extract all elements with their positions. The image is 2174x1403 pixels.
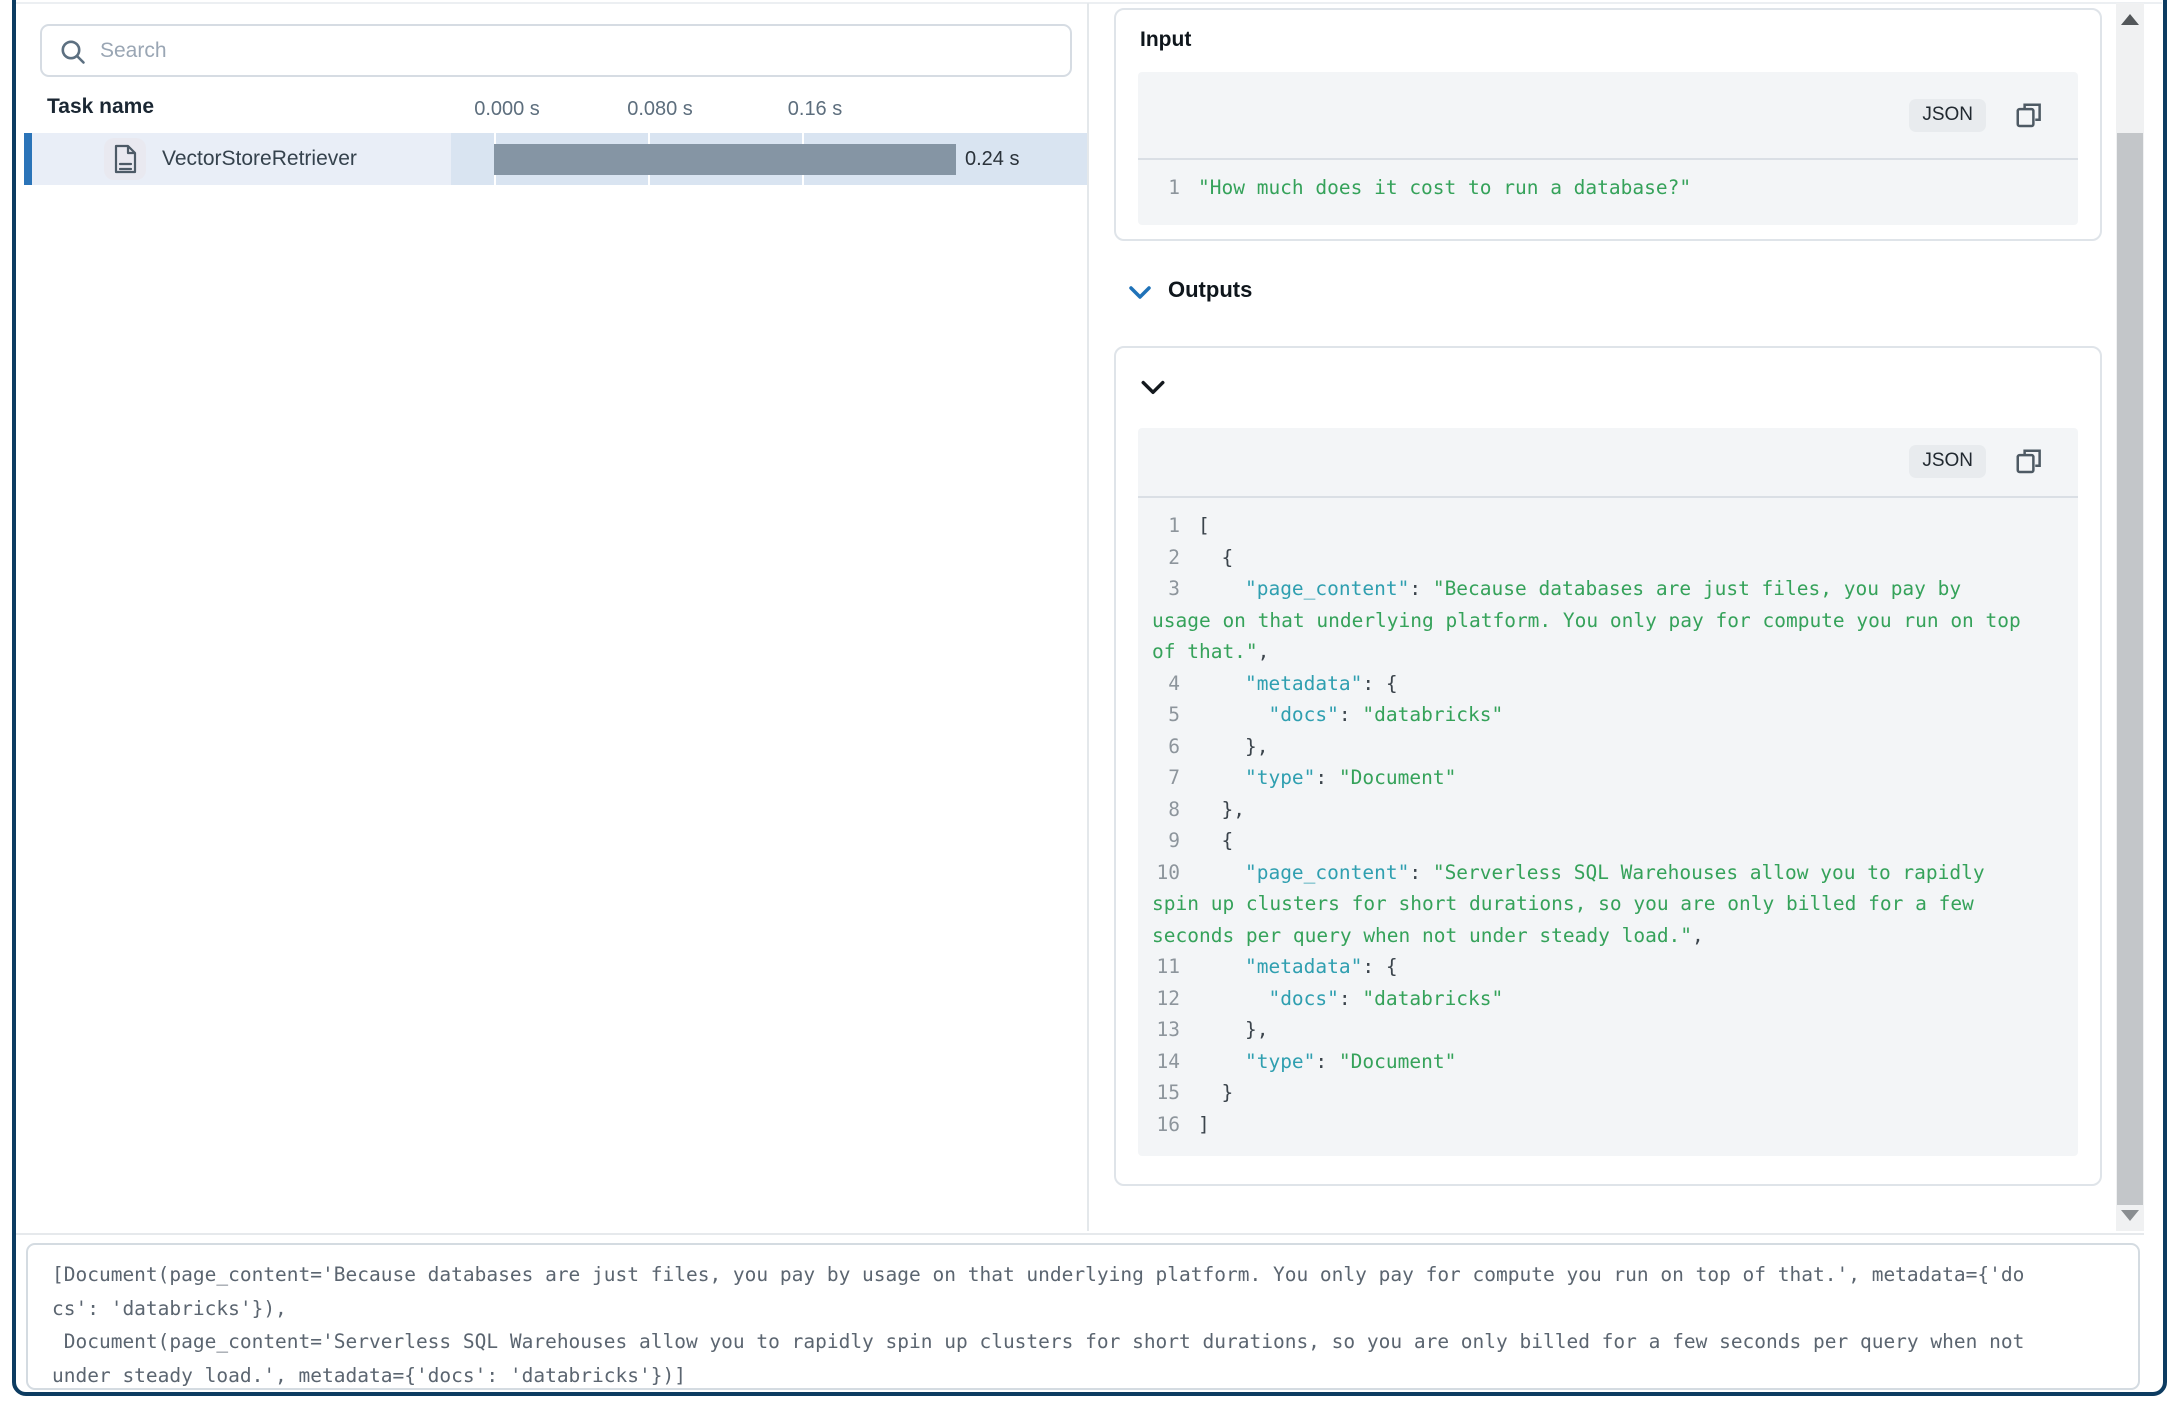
copy-icon[interactable]	[2014, 447, 2044, 477]
code-line: usage on that underlying platform. You o…	[1152, 605, 2060, 637]
input-code-block: JSON 1"How much does it cost to run a da…	[1138, 72, 2078, 225]
input-code-toolbar: JSON	[1138, 72, 2078, 160]
selected-row-accent	[24, 133, 32, 185]
raw-output-line: under steady load.', metadata={'docs': '…	[52, 1359, 2114, 1391]
code-line: 3 "page_content": "Because databases are…	[1152, 573, 2060, 605]
code-line: of that.",	[1152, 636, 2060, 668]
search-box[interactable]	[40, 24, 1072, 77]
code-line: 12 "docs": "databricks"	[1152, 983, 2060, 1015]
scrollbar-up-button[interactable]	[2116, 6, 2144, 32]
input-title: Input	[1140, 28, 1191, 52]
task-duration-bar[interactable]	[494, 144, 956, 175]
timeline-tick-2: 0.16 s	[788, 98, 842, 121]
input-card: Input JSON 1"How much does it cost to ru…	[1114, 8, 2102, 241]
bottom-divider	[16, 1233, 2144, 1235]
code-line: 5 "docs": "databricks"	[1152, 699, 2060, 731]
task-duration-label: 0.24 s	[965, 148, 1019, 171]
raw-output-line: Document(page_content='Serverless SQL Wa…	[52, 1325, 2114, 1359]
code-line: 2 {	[1152, 542, 2060, 574]
arrow-down-icon	[2121, 1210, 2139, 1221]
code-line: 7 "type": "Document"	[1152, 762, 2060, 794]
search-icon	[59, 38, 87, 66]
timeline-tick-1: 0.080 s	[627, 98, 693, 121]
task-icon-box	[104, 138, 146, 180]
code-line: 4 "metadata": {	[1152, 668, 2060, 700]
scrollbar-thumb[interactable]	[2117, 133, 2143, 1205]
raw-output-text: [Document(page_content='Because database…	[52, 1258, 2114, 1390]
code-line: 14 "type": "Document"	[1152, 1046, 2060, 1078]
code-line: 13 },	[1152, 1014, 2060, 1046]
task-name-column-header: Task name	[47, 95, 154, 119]
raw-output-line: [Document(page_content='Because database…	[52, 1258, 2114, 1292]
input-code-body: 1"How much does it cost to run a databas…	[1138, 160, 2078, 218]
code-line: 9 {	[1152, 825, 2060, 857]
top-divider	[16, 2, 2162, 4]
input-json-format-button[interactable]: JSON	[1909, 99, 1986, 132]
search-input[interactable]	[100, 28, 1050, 73]
code-line: 11 "metadata": {	[1152, 951, 2060, 983]
code-line: 6 },	[1152, 731, 2060, 763]
task-name-label: VectorStoreRetriever	[162, 147, 357, 171]
timeline-tick-0: 0.000 s	[474, 98, 540, 121]
code-line: seconds per query when not under steady …	[1152, 920, 2060, 952]
trace-viewer: Task name 0.000 s 0.080 s 0.16 s VectorS…	[0, 0, 2174, 1403]
panel-divider	[1087, 3, 1089, 1231]
code-line: 10 "page_content": "Serverless SQL Wareh…	[1152, 857, 2060, 889]
chevron-down-icon[interactable]	[1128, 285, 1152, 301]
code-line: spin up clusters for short durations, so…	[1152, 888, 2060, 920]
scrollbar-down-button[interactable]	[2116, 1202, 2144, 1228]
code-line: 16]	[1152, 1109, 2060, 1141]
outputs-json-format-button[interactable]: JSON	[1909, 445, 1986, 478]
collapse-chevron-down-icon[interactable]	[1140, 378, 1166, 398]
outputs-code-block: JSON 1[2 {3 "page_content": "Because dat…	[1138, 428, 2078, 1156]
outputs-code-toolbar: JSON	[1138, 428, 2078, 498]
outputs-code-body: 1[2 {3 "page_content": "Because database…	[1138, 498, 2078, 1154]
code-line: 15 }	[1152, 1077, 2060, 1109]
code-line: 8 },	[1152, 794, 2060, 826]
outputs-title: Outputs	[1168, 277, 1252, 303]
task-row-vectorstoreretriever[interactable]: VectorStoreRetriever 0.24 s	[24, 133, 1087, 185]
raw-output-panel: [Document(page_content='Because database…	[26, 1243, 2140, 1390]
code-line: 1[	[1152, 510, 2060, 542]
document-icon	[112, 144, 138, 174]
outputs-card: JSON 1[2 {3 "page_content": "Because dat…	[1114, 346, 2102, 1186]
code-line: 1"How much does it cost to run a databas…	[1152, 172, 2060, 204]
copy-icon[interactable]	[2014, 101, 2044, 131]
raw-output-line: cs': 'databricks'}),	[52, 1292, 2114, 1326]
arrow-up-icon	[2121, 14, 2139, 25]
